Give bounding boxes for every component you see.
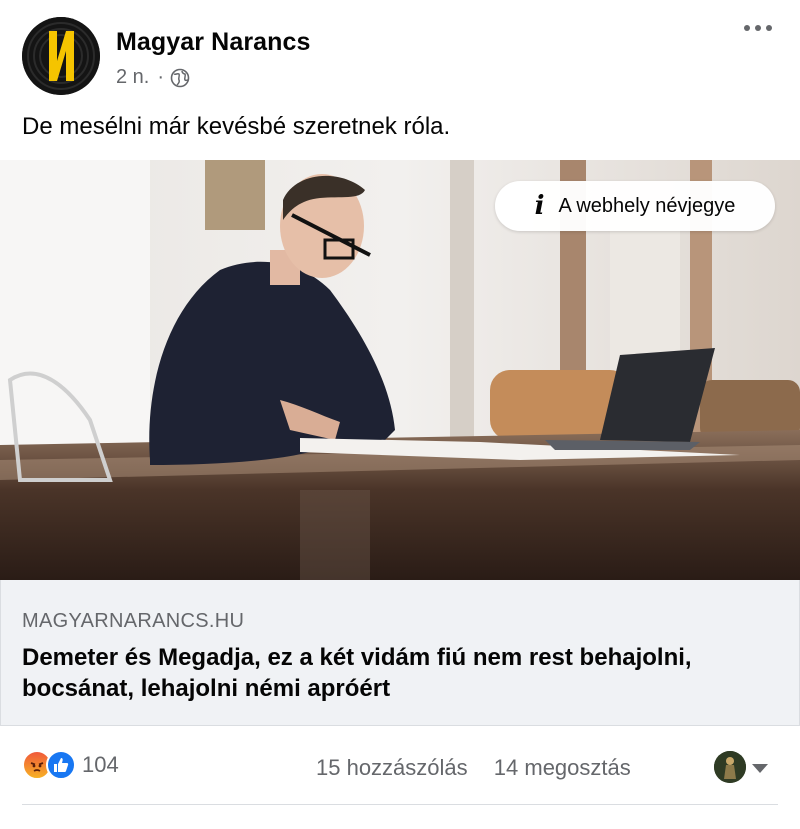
globe-icon (170, 68, 190, 87)
page-name[interactable]: Magyar Narancs (116, 28, 311, 57)
shares-count[interactable]: 14 megosztás (494, 755, 631, 780)
link-domain: MAGYARNARANCS.HU (22, 610, 245, 632)
post-text: De mesélni már kevésbé szeretnek róla. (22, 113, 451, 140)
dot-icon (755, 25, 761, 31)
engagement-stats: 15 hozzászólás 14 megosztás (316, 755, 631, 781)
separator-dot: · (157, 66, 165, 88)
like-icon (46, 750, 76, 780)
about-website-label: A webhely névjegye (558, 194, 736, 217)
post-time[interactable]: 2 n. (116, 66, 149, 89)
share-as-avatar[interactable] (714, 751, 746, 783)
dot-icon (766, 25, 772, 31)
post-meta: 2 n. · (116, 66, 190, 89)
profile-avatar-icon (714, 751, 746, 783)
info-icon: i (534, 191, 545, 221)
reactions-summary[interactable]: 104 (22, 750, 119, 780)
magyar-narancs-logo (22, 17, 100, 95)
more-options-button[interactable] (744, 25, 772, 31)
comments-count[interactable]: 15 hozzászólás (316, 755, 468, 780)
reaction-count: 104 (82, 752, 119, 777)
dot-icon (744, 25, 750, 31)
link-headline[interactable]: Demeter és Megadja, ez a két vidám fiú n… (22, 642, 722, 704)
divider (22, 804, 778, 805)
page-avatar[interactable] (22, 17, 100, 95)
about-website-button[interactable]: i A webhely névjegye (495, 181, 775, 231)
chevron-down-icon[interactable] (752, 764, 768, 773)
